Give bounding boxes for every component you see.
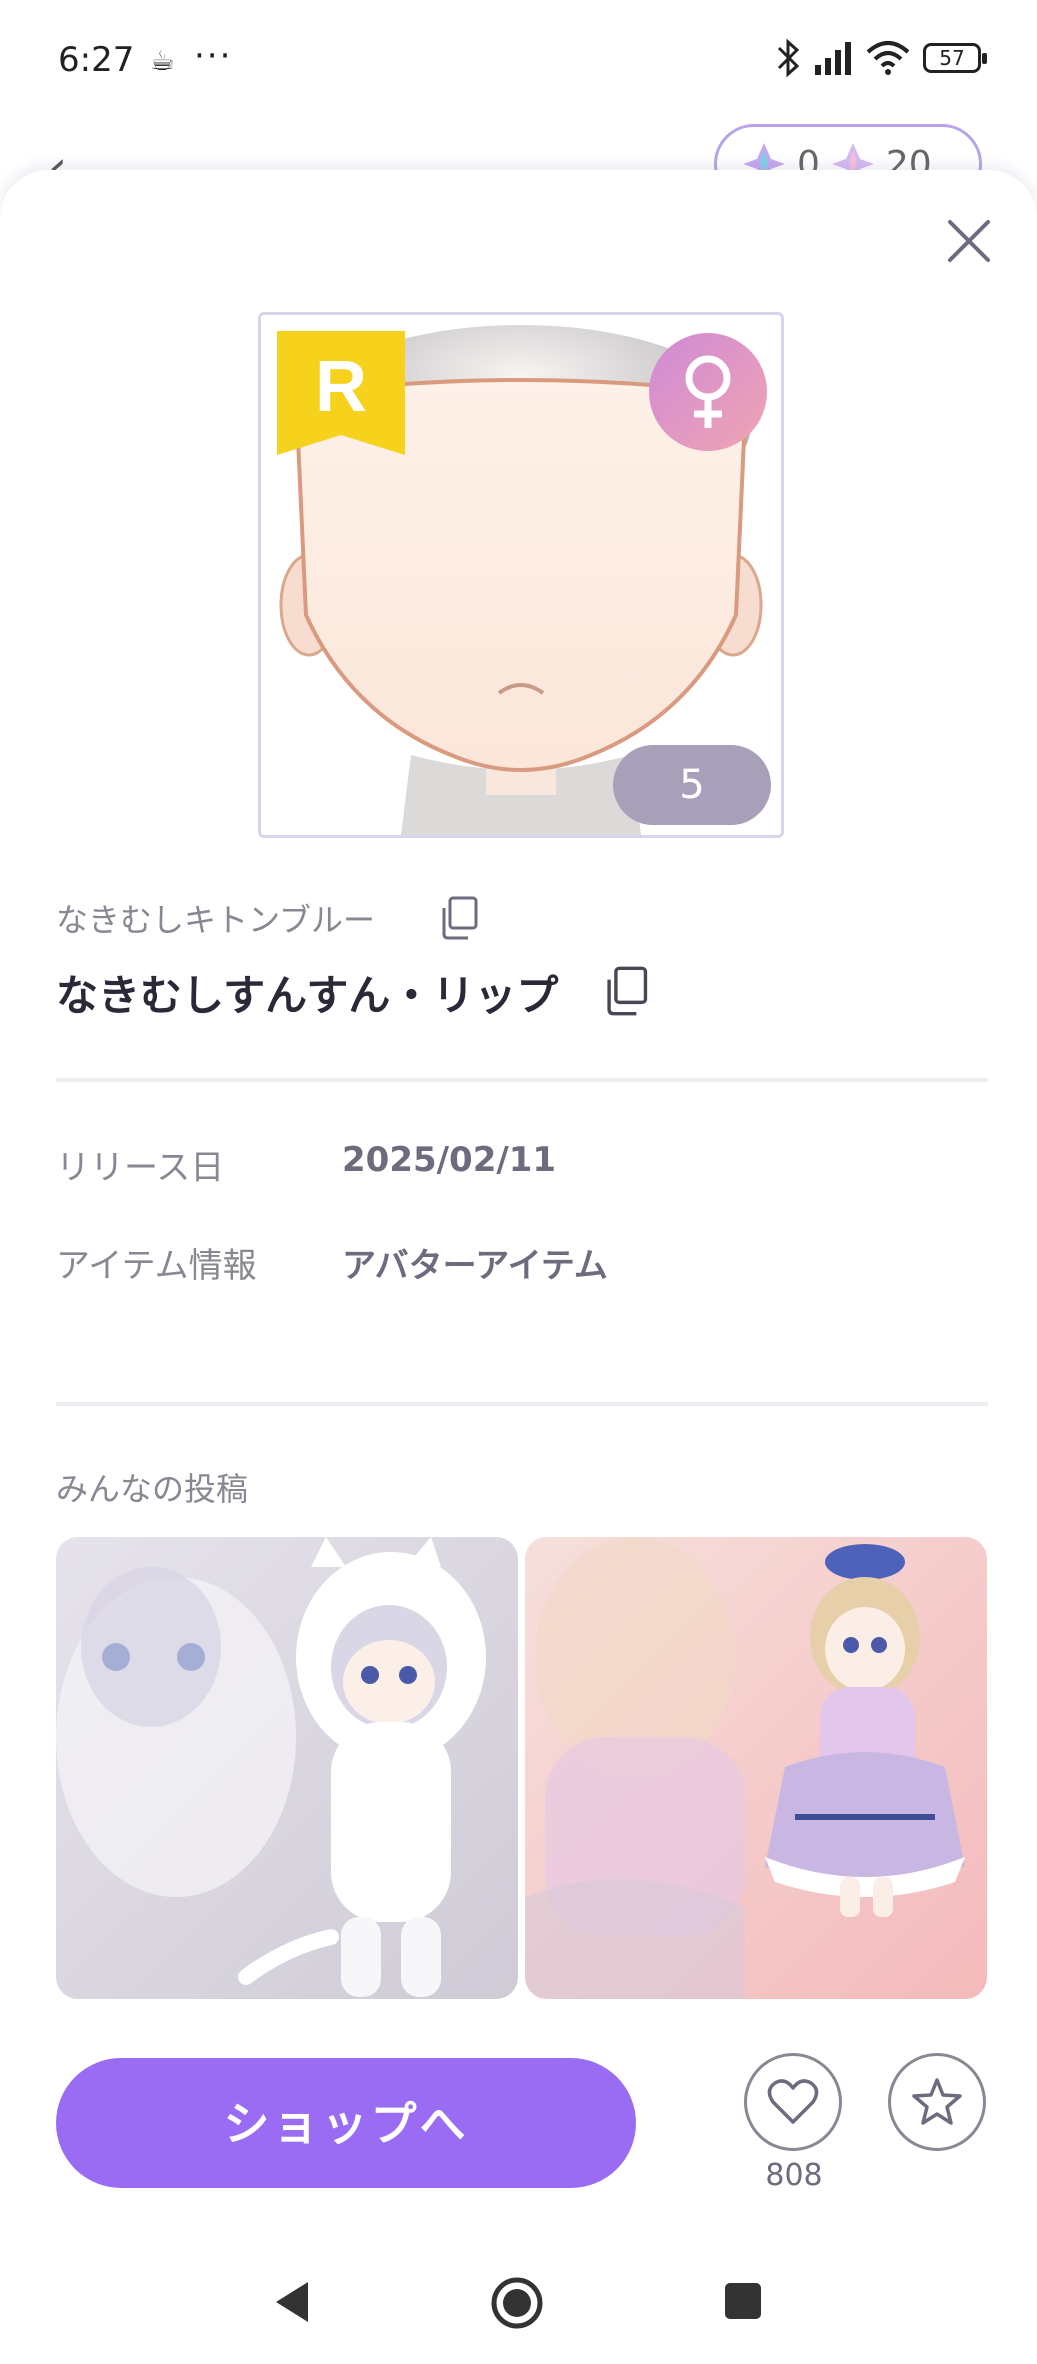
posts-title: みんなの投稿 — [56, 1470, 249, 1508]
status-bar: 6:27 ☕ ··· 57 — [0, 0, 1037, 120]
female-icon — [649, 333, 767, 451]
copy-icon[interactable] — [438, 896, 478, 940]
copy-icon[interactable] — [602, 966, 648, 1016]
close-icon[interactable] — [940, 212, 998, 270]
item-count-badge: 5 — [613, 745, 771, 825]
like-count: 808 — [765, 2158, 823, 2193]
item-info-label: アイテム情報 — [56, 1246, 257, 1286]
item-sub-name: なきむしキトンブルー — [56, 901, 376, 939]
item-preview: R 5 — [258, 312, 784, 838]
nav-back-icon[interactable] — [272, 2280, 312, 2324]
post-image — [525, 1537, 987, 1999]
battery-icon: 57 — [923, 43, 987, 73]
status-icons: 57 — [775, 38, 987, 78]
more-notifications-icon: ··· — [194, 36, 233, 76]
status-time: 6:27 — [58, 40, 135, 80]
coffee-icon: ☕ — [150, 44, 176, 77]
svg-text:R: R — [315, 347, 367, 427]
navigation-bar — [0, 2240, 1037, 2364]
post-image — [56, 1537, 518, 1999]
divider — [56, 1402, 988, 1406]
item-name: なきむしすんすん・リップ — [56, 971, 559, 1020]
rarity-badge: R — [277, 331, 405, 455]
bluetooth-icon — [777, 38, 800, 78]
nav-recents-icon[interactable] — [724, 2282, 762, 2320]
release-date-value: 2025/02/11 — [342, 1140, 557, 1180]
item-info-value: アバターアイテム — [342, 1246, 608, 1286]
post-thumbnail[interactable] — [56, 1537, 518, 1999]
nav-home-icon[interactable] — [490, 2276, 544, 2330]
post-thumbnail[interactable] — [525, 1537, 987, 1999]
star-icon — [912, 2078, 962, 2125]
wifi-icon — [866, 41, 910, 75]
signal-icon — [815, 42, 851, 75]
divider — [56, 1078, 988, 1082]
favorite-button[interactable] — [888, 2053, 986, 2151]
shop-button[interactable]: ショップへ — [56, 2058, 636, 2188]
heart-icon — [767, 2079, 819, 2124]
like-button[interactable] — [744, 2053, 842, 2151]
release-date-label: リリース日 — [56, 1148, 225, 1188]
